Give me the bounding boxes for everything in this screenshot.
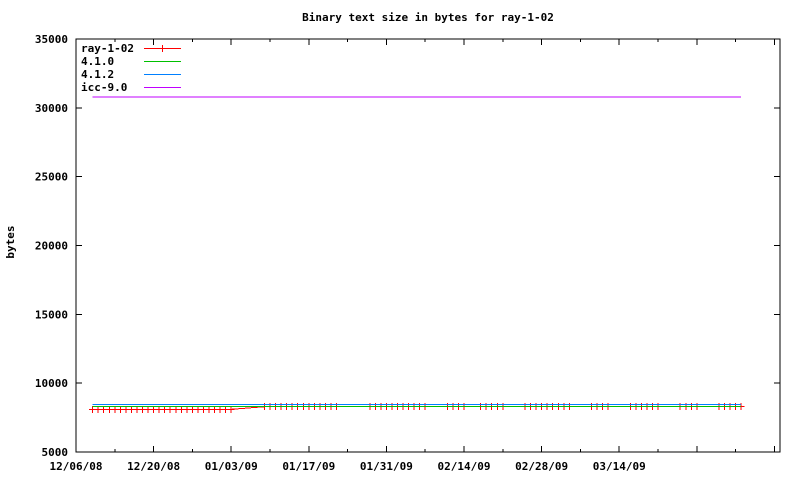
- x-tick-label: 01/17/09: [282, 460, 335, 473]
- plot-border: [75, 38, 781, 453]
- gnuplot-chart-image: Binary text size in bytes for ray-1-02 b…: [0, 0, 800, 480]
- y-tick-label: 15000: [35, 308, 68, 321]
- x-tick-label: 03/14/09: [593, 460, 646, 473]
- x-tick-label: 12/06/08: [50, 460, 103, 473]
- y-tick-label: 30000: [35, 102, 68, 115]
- legend-label-4.1.2: 4.1.2: [81, 68, 114, 81]
- chart-title: Binary text size in bytes for ray-1-02: [302, 11, 554, 24]
- chart-canvas: Binary text size in bytes for ray-1-02 b…: [4, 11, 781, 473]
- x-tick-label: 02/14/09: [438, 460, 491, 473]
- legend-label-icc-9.0: icc-9.0: [81, 81, 127, 94]
- plot-area: 12/06/08 12/20/08 01/03/09 01/17/09 01/31/09…: [35, 33, 781, 473]
- y-axis-label: bytes: [4, 225, 17, 258]
- y-tick-label: 35000: [35, 33, 68, 46]
- x-tick-label: 02/28/09: [515, 460, 568, 473]
- legend-label-4.1.0: 4.1.0: [81, 55, 114, 68]
- y-tick-label: 25000: [35, 171, 68, 184]
- x-tick-label: 01/03/09: [205, 460, 258, 473]
- x-tick-label: 01/31/09: [360, 460, 413, 473]
- y-tick-label: 10000: [35, 377, 68, 390]
- legend-label-ray-1-02: ray-1-02: [81, 42, 134, 55]
- y-tick-label: 20000: [35, 240, 68, 253]
- y-tick-label: 5000: [42, 446, 69, 459]
- x-tick-label: 12/20/08: [127, 460, 180, 473]
